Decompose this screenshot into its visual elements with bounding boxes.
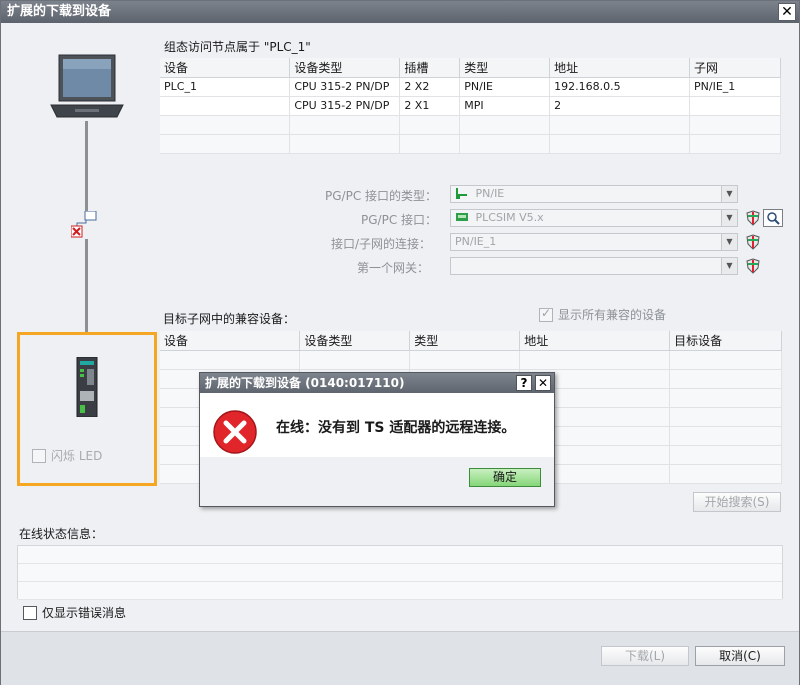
ethernet-icon: [456, 188, 467, 199]
access-nodes-label: 组态访问节点属于 "PLC_1": [164, 40, 311, 54]
connection-line-top: [85, 121, 88, 213]
chevron-down-icon[interactable]: ▼: [721, 234, 737, 250]
only-errors-checkbox[interactable]: 仅显示错误消息: [23, 604, 126, 621]
table-cell: 2 X2: [399, 77, 461, 97]
col-device[interactable]: 设备: [160, 331, 301, 351]
list-item: [18, 546, 782, 564]
flash-led-label: 闪烁 LED: [51, 449, 103, 463]
gateway-select[interactable]: ▼: [450, 257, 738, 275]
download-button[interactable]: 下载(L): [601, 646, 689, 666]
dialog-title: 扩展的下载到设备 (0140:017110): [205, 376, 405, 390]
pgpc-type-label: PG/PC 接口的类型：: [325, 189, 438, 203]
col-type[interactable]: 类型: [459, 58, 551, 78]
table-row[interactable]: CPU 315-2 PN/DP 2 X1 MPI 2: [160, 96, 781, 116]
chevron-down-icon[interactable]: ▼: [721, 186, 737, 202]
connection-line-bottom: [85, 239, 88, 332]
col-address[interactable]: 地址: [519, 331, 671, 351]
checkbox-icon[interactable]: [23, 605, 37, 620]
show-all-label: 显示所有兼容的设备: [558, 308, 667, 322]
chevron-down-icon[interactable]: ▼: [721, 258, 737, 274]
download-window: 扩展的下载到设备 ✕ 闪烁 LED 组态访问节点属于 "PLC_1" 设备 设备…: [0, 0, 800, 685]
footer-bar: 下载(L) 取消(C): [1, 631, 799, 685]
pgpc-interface-label: PG/PC 接口：: [361, 213, 438, 227]
compatible-header: 设备 设备类型 类型 地址 目标设备: [160, 331, 782, 351]
table-row: [160, 115, 781, 135]
pgpc-interface-select[interactable]: PLCSIM V5.x ▼: [450, 209, 738, 227]
gateway-label: 第一个网关：: [357, 261, 430, 275]
checkbox-checked-icon[interactable]: [539, 306, 553, 322]
table-cell: CPU 315-2 PN/DP: [289, 96, 401, 116]
table-cell: CPU 315-2 PN/DP: [289, 77, 401, 97]
status-info-label: 在线状态信息：: [19, 527, 104, 541]
network-card-icon: [456, 213, 468, 221]
dialog-close-button[interactable]: ✕: [535, 375, 551, 391]
network-search-button[interactable]: [763, 209, 783, 227]
col-address[interactable]: 地址: [549, 58, 691, 78]
col-slot[interactable]: 插槽: [399, 58, 461, 78]
connection-error-icon: [71, 211, 97, 238]
subnet-connection-value: PN/IE_1: [455, 235, 497, 248]
access-nodes-header: 设备 设备类型 插槽 类型 地址 子网: [160, 58, 781, 78]
subnet-connection-select[interactable]: PN/IE_1 ▼: [450, 233, 738, 251]
window-title: 扩展的下载到设备: [7, 4, 112, 19]
table-row: [160, 134, 781, 154]
access-nodes-table: 设备 设备类型 插槽 类型 地址 子网 PLC_1 CPU 315-2 PN/D…: [160, 58, 781, 154]
status-info-list: [17, 545, 783, 600]
col-device[interactable]: 设备: [160, 58, 291, 78]
shield-icon[interactable]: [745, 234, 761, 250]
shield-icon[interactable]: [745, 258, 761, 274]
error-dialog: 扩展的下载到设备 (0140:017110) ? ✕ 在线：没有到 TS 适配器…: [199, 372, 555, 507]
plc-device-icon: [76, 357, 98, 417]
magnifier-icon: [767, 212, 780, 225]
pgpc-type-select[interactable]: PN/IE ▼: [450, 185, 738, 203]
table-cell: [160, 96, 291, 116]
window-close-button[interactable]: ✕: [778, 3, 796, 21]
list-item: [18, 564, 782, 582]
window-titlebar: 扩展的下载到设备 ✕: [1, 1, 799, 23]
flash-led-check-icon[interactable]: [32, 448, 46, 463]
shield-icon[interactable]: [745, 210, 761, 226]
table-cell: MPI: [459, 96, 551, 116]
show-all-checkbox[interactable]: 显示所有兼容的设备: [539, 306, 666, 323]
pgpc-interface-value: PLCSIM V5.x: [475, 211, 544, 224]
col-type[interactable]: 类型: [409, 331, 521, 351]
table-cell: PN/IE_1: [689, 77, 781, 97]
table-cell: 2 X1: [399, 96, 461, 116]
ok-button[interactable]: 确定: [469, 468, 541, 487]
pgpc-type-value: PN/IE: [475, 187, 505, 200]
chevron-down-icon[interactable]: ▼: [721, 210, 737, 226]
target-device-panel: 闪烁 LED: [17, 332, 157, 486]
dialog-titlebar: 扩展的下载到设备 (0140:017110) ? ✕: [200, 373, 554, 393]
table-cell: PN/IE: [459, 77, 551, 97]
pgpc-laptop-icon: [50, 54, 124, 118]
col-target-device[interactable]: 目标设备: [669, 331, 782, 351]
col-device-type[interactable]: 设备类型: [289, 58, 401, 78]
col-device-type[interactable]: 设备类型: [299, 331, 411, 351]
error-icon: [213, 410, 257, 454]
only-errors-label: 仅显示错误消息: [42, 606, 127, 620]
dialog-message: 在线：没有到 TS 适配器的远程连接。: [276, 420, 516, 436]
table-cell: 2: [549, 96, 691, 116]
table-cell: [689, 96, 781, 116]
compatible-devices-label: 目标子网中的兼容设备：: [163, 312, 296, 326]
start-search-button[interactable]: 开始搜索(S): [693, 492, 781, 512]
table-row: [160, 350, 782, 370]
flash-led-checkbox[interactable]: 闪烁 LED: [32, 447, 102, 464]
dialog-help-button[interactable]: ?: [516, 375, 532, 391]
dialog-body: 在线：没有到 TS 适配器的远程连接。: [200, 393, 554, 457]
table-cell: PLC_1: [160, 77, 291, 97]
table-cell: 192.168.0.5: [549, 77, 691, 97]
col-subnet[interactable]: 子网: [689, 58, 781, 78]
subnet-connection-label: 接口/子网的连接：: [331, 237, 432, 251]
cancel-button[interactable]: 取消(C): [695, 646, 785, 666]
table-row[interactable]: PLC_1 CPU 315-2 PN/DP 2 X2 PN/IE 192.168…: [160, 77, 781, 97]
list-item: [18, 582, 782, 600]
